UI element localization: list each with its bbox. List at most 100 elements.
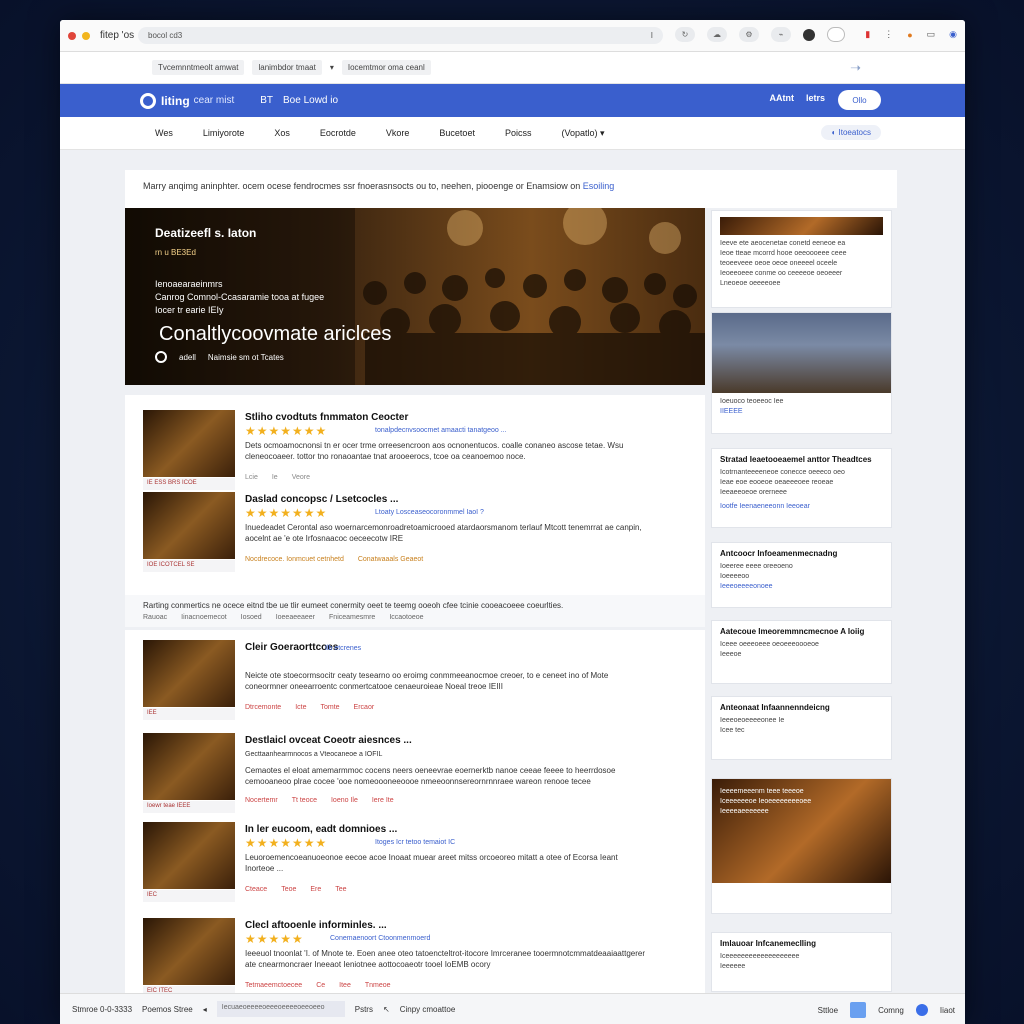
tag[interactable]: Ioeno Ile	[331, 797, 358, 804]
article-title[interactable]: Stliho cvodtuts fnmmaton Ceocter	[245, 412, 408, 423]
notification-icon[interactable]: ●	[907, 30, 912, 40]
sidebar-card[interactable]: Ieeve ete aeocenetae conetd eeneoe ea Ie…	[711, 210, 892, 308]
bookmark-item[interactable]: Tvcemnntmeolt amwat	[152, 60, 245, 75]
intro-link[interactable]: Esoiling	[583, 181, 615, 191]
article-thumbnail[interactable]	[143, 410, 235, 477]
tag[interactable]: Lcie	[245, 474, 258, 481]
nav-item[interactable]: Bucetoet	[439, 128, 475, 138]
tag[interactable]: Ce	[316, 982, 325, 989]
tag[interactable]: Veore	[292, 474, 310, 481]
sidebar-card-title[interactable]: Aatecoue Imeoremmncmecnoe A Ioiig	[720, 627, 883, 637]
filter-item[interactable]: Iosoed	[241, 614, 262, 621]
status-search-field[interactable]: Iecuaeoeeeeoeeeoeeeeoeeoeeo	[216, 1001, 345, 1017]
filter-item[interactable]: Iinacnoemecot	[181, 614, 227, 621]
nav-item[interactable]: Eocrotde	[320, 128, 356, 138]
article-card[interactable]: IOE ICOTCEL SE Daslad concopsc / Lsetcoc…	[125, 492, 705, 577]
tag[interactable]: Itee	[339, 982, 351, 989]
article-title[interactable]: Clecl aftooenle informinles. ...	[245, 920, 387, 931]
article-title[interactable]: Daslad concopsc / Lsetcocles ...	[245, 494, 398, 505]
sidebar-card[interactable]: Ieeeemeeenm teee teeeoe Iceeeeeeoe Ieoee…	[711, 778, 892, 914]
tag[interactable]: Ercaor	[354, 704, 375, 711]
sidebar-card-title[interactable]: Stratad Ieaetooeaemel anttor Theadtces	[720, 455, 883, 465]
article-card[interactable]: IEE Cleir Goeraorttcoes Ilb etcrenes Nei…	[125, 640, 705, 725]
sidebar-card-title[interactable]: Anteonaat Infaannenndeicng	[720, 703, 883, 713]
header-button[interactable]: Ollo	[838, 90, 881, 110]
article-thumbnail[interactable]	[143, 733, 235, 800]
tag[interactable]: Tnmeoe	[365, 982, 391, 989]
hero-title[interactable]: Conaltlycoovmate ariclces	[159, 323, 391, 346]
article-card[interactable]: IE ESS BRS ICOE Stliho cvodtuts fnmmaton…	[125, 410, 705, 495]
tag[interactable]: Dtrcemonte	[245, 704, 281, 711]
monitor-icon[interactable]: ▭	[927, 29, 936, 40]
sidebar-card[interactable]: Imlauoar Infcanemeclling Iceeeeeeeeeeeee…	[711, 932, 892, 992]
article-title[interactable]: In ler eucoom, eadt domnioes ...	[245, 824, 397, 835]
article-thumbnail[interactable]	[143, 918, 235, 985]
sidebar-card[interactable]: Antcoocr Infoeamenmecnadng Ioeeree eeee …	[711, 542, 892, 608]
extension-icon[interactable]: ▮	[865, 29, 870, 40]
tag[interactable]: Nocertemr	[245, 797, 278, 804]
menu-icon[interactable]: ⋮	[884, 29, 893, 40]
nav-item[interactable]: Xos	[274, 128, 290, 138]
article-title[interactable]: Destlaicl ovceat Coeotr aiesnces ...	[245, 735, 412, 746]
browser-icon[interactable]	[915, 1004, 928, 1016]
app-icon[interactable]	[850, 1002, 867, 1018]
sidebar-card[interactable]: Stratad Ieaetooeaemel anttor Theadtces I…	[711, 448, 892, 528]
sidebar-link[interactable]: Iootfe Ieenaeneeonn Ieeoear	[720, 502, 883, 512]
tag[interactable]: Tomte	[320, 704, 339, 711]
tag[interactable]: Nocdrecoce. Ionmcuet cetnhetd	[245, 556, 344, 563]
header-link[interactable]: Boe Lowd io	[283, 95, 338, 106]
header-link-account[interactable]: AAtnt	[769, 93, 794, 103]
filter-item[interactable]: Iccaotoeoe	[389, 614, 423, 621]
tag[interactable]: Tt teoce	[292, 797, 317, 804]
status-right-item[interactable]: Iiaot	[940, 1006, 955, 1015]
status-item[interactable]: Pstrs	[355, 1005, 373, 1014]
status-item[interactable]: Cinpy cmoattoe	[400, 1005, 456, 1014]
status-right-item[interactable]: Sttloe	[818, 1006, 838, 1015]
article-thumbnail[interactable]	[143, 640, 235, 707]
window-icon[interactable]	[827, 27, 845, 42]
tag[interactable]: Conatwaaals Geaeot	[358, 556, 423, 563]
nav-item[interactable]: Poicss	[505, 128, 532, 138]
tag[interactable]: Tee	[335, 886, 346, 893]
bookmark-item[interactable]: Iocemtmor oma ceanl	[341, 60, 431, 75]
nav-item[interactable]: Wes	[155, 128, 173, 138]
filter-item[interactable]: Fniceamesmre	[329, 614, 375, 621]
sidebar-card[interactable]: Anteonaat Infaannenndeicng Ieeeoeoeeeeon…	[711, 696, 892, 760]
address-bar[interactable]: bocol cd3 I	[138, 27, 663, 44]
nav-dropdown[interactable]: (Vopatlo) ▾	[561, 128, 604, 139]
logo-icon[interactable]	[140, 92, 156, 109]
site-logo[interactable]: Iiting	[161, 94, 190, 108]
sound-icon[interactable]: ◂	[203, 1005, 207, 1014]
sidebar-link[interactable]: IIEEEE	[720, 407, 883, 417]
sidebar-card[interactable]: Aatecoue Imeoremmncmecnoe A Ioiig Iceee …	[711, 620, 892, 684]
cloud-icon[interactable]: ☁	[707, 27, 727, 42]
filter-item[interactable]: Ioeeaeeaeer	[276, 614, 315, 621]
nav-item[interactable]: Vkore	[386, 128, 410, 138]
nav-item[interactable]: Limiyorote	[203, 128, 245, 138]
tab-title[interactable]: fitep 'os	[100, 30, 134, 41]
article-thumbnail[interactable]	[143, 822, 235, 889]
sidebar-card[interactable]: Ioeuoco teoeeoc Iee IIEEEE	[711, 312, 892, 434]
minimize-window-button[interactable]	[82, 31, 90, 40]
bookmark-item[interactable]: lanimbdor tmaat	[252, 60, 322, 75]
article-card[interactable]: EIC ITEC Clecl aftooenle informinles. ..…	[125, 918, 705, 1003]
account-icon[interactable]: ◉	[949, 29, 957, 40]
history-icon[interactable]: ⌁	[771, 27, 791, 42]
article-card[interactable]: Ioewr teae IEEE Destlaicl ovceat Coeotr …	[125, 733, 705, 818]
filter-item[interactable]: Rauoac	[143, 614, 167, 621]
chevron-down-icon[interactable]: ▾	[330, 63, 334, 72]
article-thumbnail[interactable]	[143, 492, 235, 559]
tag[interactable]: Icte	[295, 704, 306, 711]
refresh-icon[interactable]: ↻	[675, 27, 695, 42]
sidebar-card-title[interactable]: Imlauoar Infcanemeclling	[720, 939, 883, 949]
sidebar-link[interactable]: Ieeeoeeeeonoee	[720, 582, 883, 592]
hero-banner[interactable]: Deatizeefl s. Iaton rn u BE3Ed Ienoaeara…	[125, 208, 705, 385]
hero-author[interactable]: adell	[179, 353, 196, 362]
header-link[interactable]: BT	[260, 95, 273, 106]
settings-icon[interactable]: ⚙	[739, 27, 759, 42]
status-right-item[interactable]: Comng	[878, 1006, 904, 1015]
article-card[interactable]: IEC In ler eucoom, eadt domnioes ... ★★★…	[125, 822, 705, 907]
tag[interactable]: Iere Ite	[372, 797, 394, 804]
nav-search-pill[interactable]: ◐ Itoeatocs	[821, 125, 881, 140]
tag[interactable]: Ie	[272, 474, 278, 481]
